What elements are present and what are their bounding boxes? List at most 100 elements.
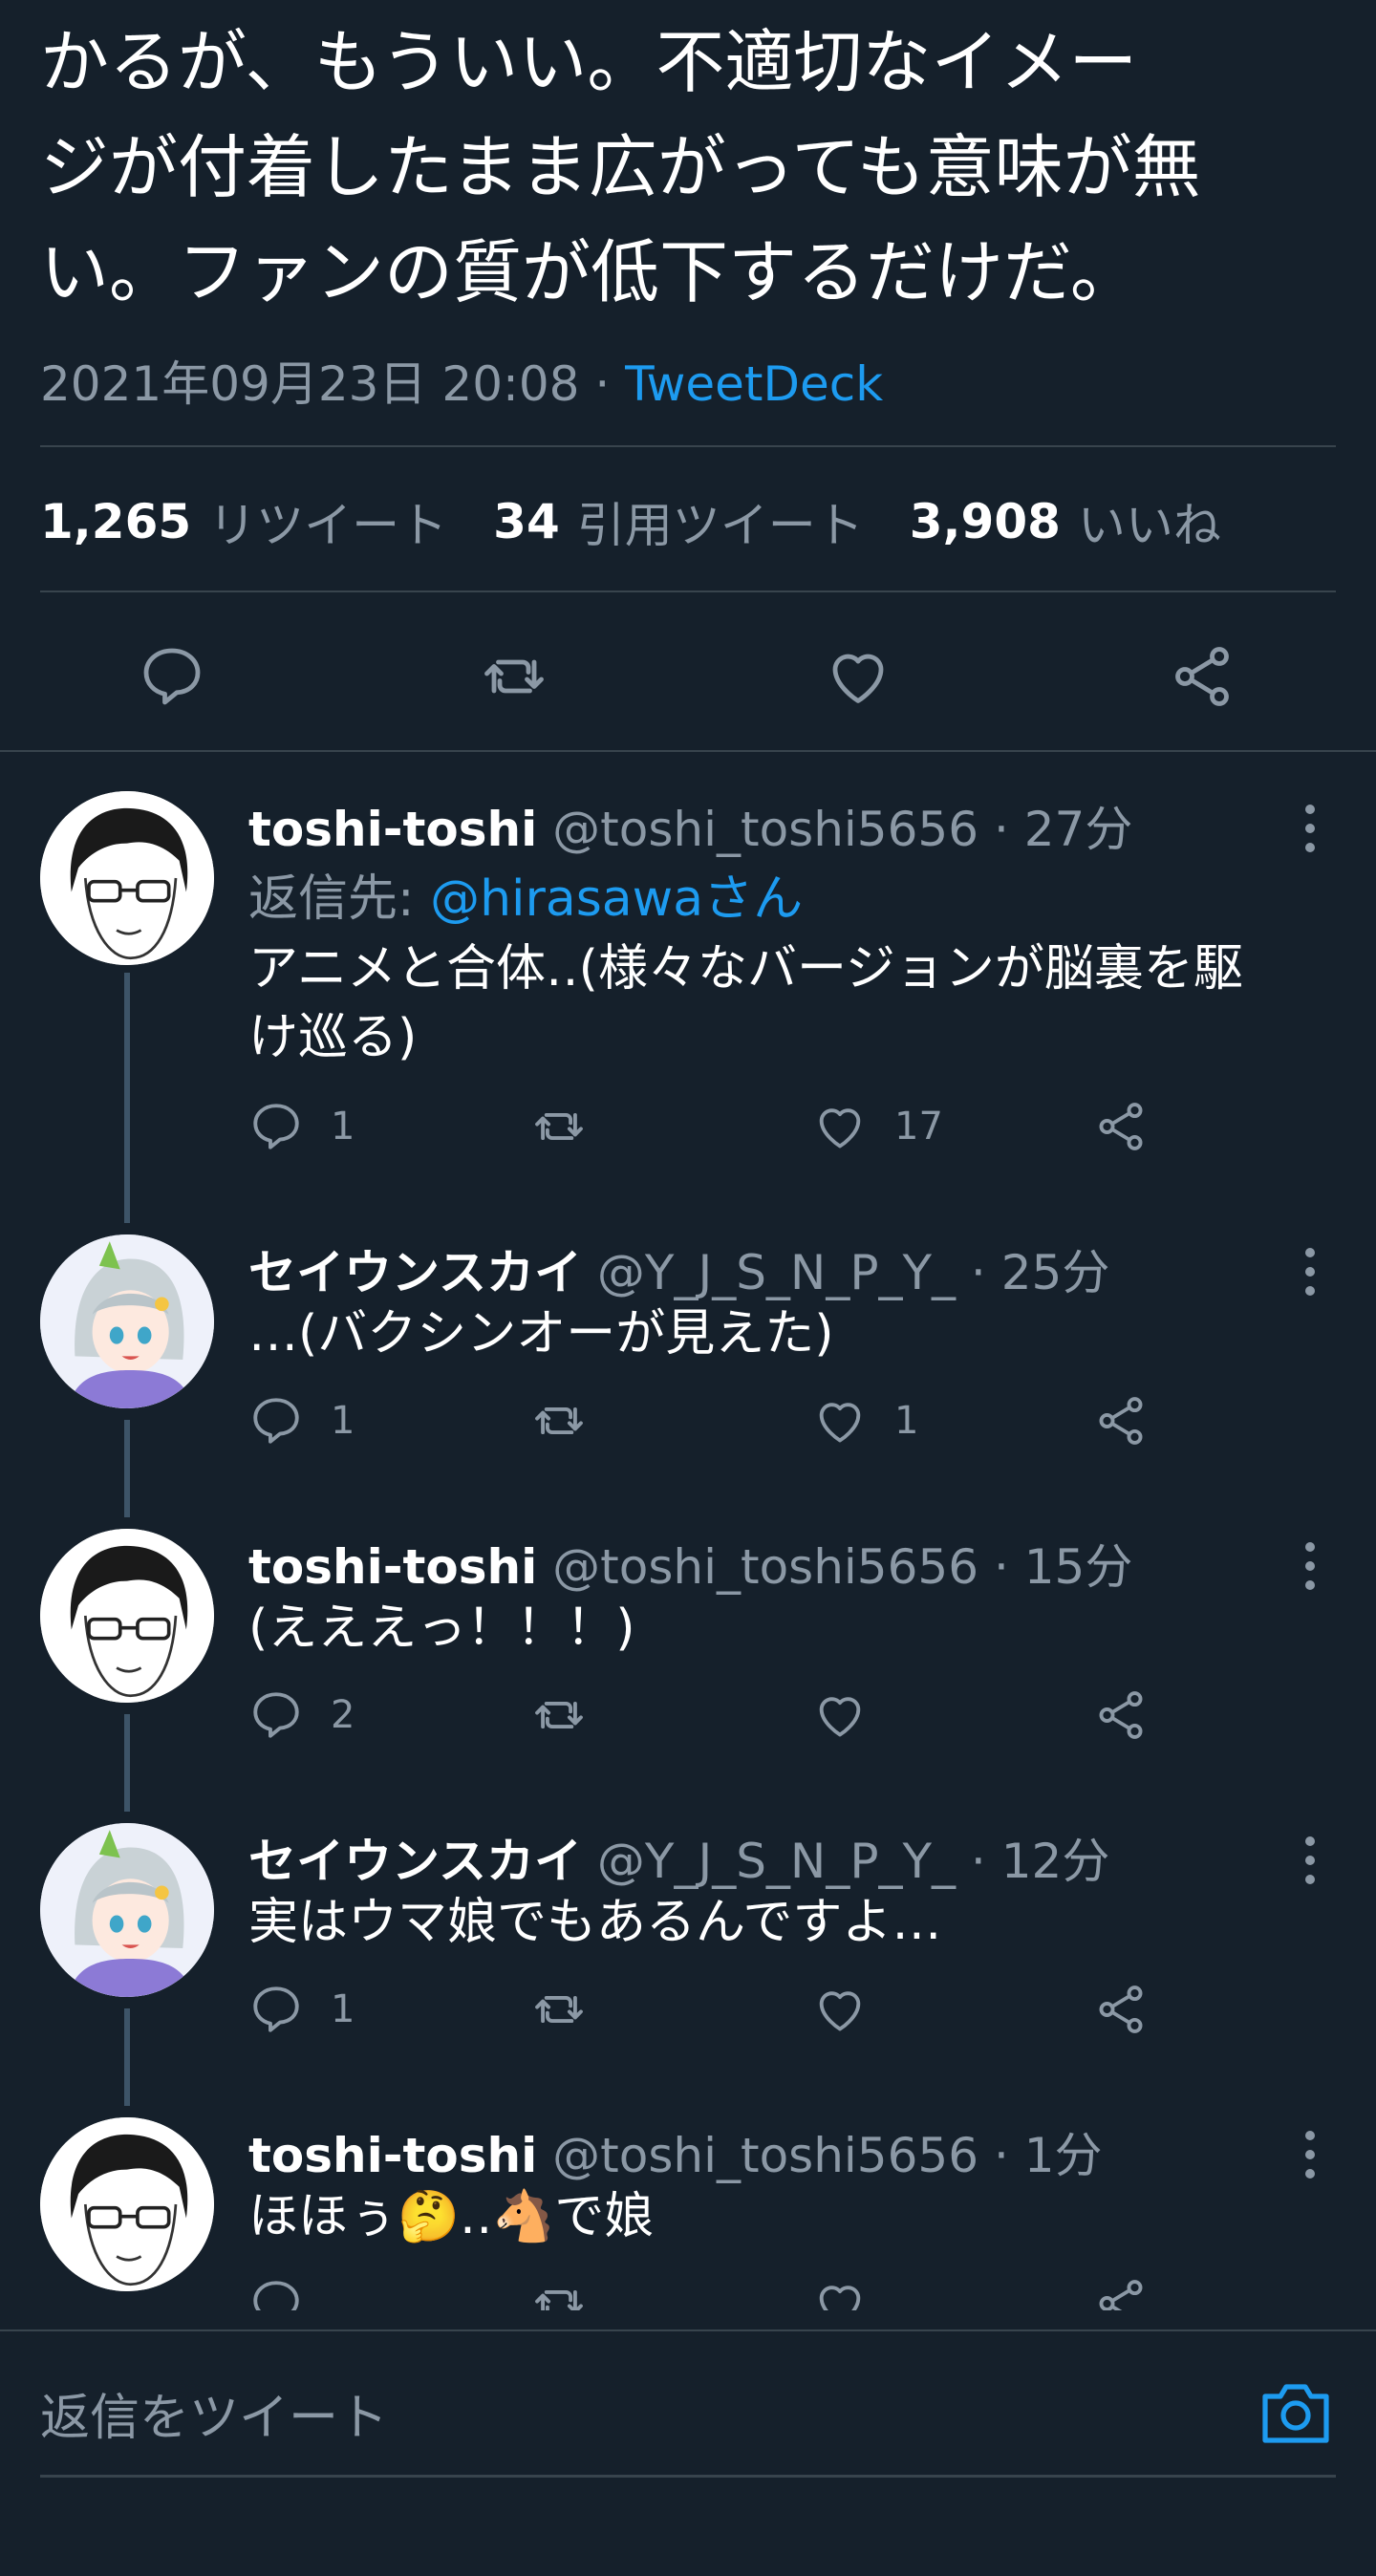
- reply-button[interactable]: 1: [248, 1982, 355, 2037]
- retweets-stat[interactable]: 1,265 リツイート: [40, 487, 447, 556]
- display-name[interactable]: toshi-toshi: [248, 1539, 537, 1595]
- section-divider: [0, 750, 1376, 752]
- reply-button[interactable]: 1: [248, 1099, 355, 1154]
- retweet-button[interactable]: [531, 1982, 587, 2037]
- reply-button[interactable]: [248, 2276, 304, 2310]
- share-icon[interactable]: [1168, 642, 1236, 711]
- more-icon[interactable]: [1305, 1836, 1321, 1894]
- reply-actions: [248, 2276, 1319, 2310]
- reply-text: (えええっ！！！): [248, 1599, 635, 1657]
- retweet-icon: [531, 1099, 587, 1154]
- reply-icon: [248, 1982, 304, 2037]
- retweet-count: 1,265: [40, 494, 192, 549]
- divider: [40, 590, 1336, 592]
- compose-divider: [0, 2329, 1376, 2331]
- reply-text: ほほぅ🤔‥🐴で娘: [248, 2188, 655, 2245]
- avatar[interactable]: [40, 2117, 214, 2291]
- quote-label: 引用ツイート: [576, 498, 864, 553]
- more-icon[interactable]: [1305, 1542, 1321, 1599]
- share-button[interactable]: [1093, 1393, 1149, 1449]
- like-label: いいね: [1077, 498, 1221, 553]
- reply-button[interactable]: 1: [248, 1393, 355, 1449]
- like-button[interactable]: [812, 2276, 868, 2310]
- like-button[interactable]: [812, 1687, 894, 1743]
- like-icon: [812, 1687, 868, 1743]
- reply-to: 返信先: @hirasawaさん: [248, 858, 803, 930]
- avatar[interactable]: [40, 1234, 214, 1408]
- thread-line: [124, 1420, 130, 1517]
- reply-icon[interactable]: [138, 642, 206, 711]
- quote-count: 34: [493, 494, 560, 549]
- share-icon: [1093, 1393, 1149, 1449]
- display-name[interactable]: toshi-toshi: [248, 2128, 537, 2183]
- share-button[interactable]: [1093, 1687, 1149, 1743]
- share-button[interactable]: [1093, 2276, 1149, 2310]
- like-button[interactable]: 1: [812, 1393, 918, 1449]
- display-name[interactable]: toshi-toshi: [248, 802, 537, 857]
- share-icon: [1093, 1687, 1149, 1743]
- retweet-icon[interactable]: [480, 642, 548, 711]
- avatar[interactable]: [40, 791, 214, 965]
- like-button[interactable]: 17: [812, 1099, 943, 1154]
- retweet-icon: [531, 1393, 587, 1449]
- avatar[interactable]: [40, 1823, 214, 1997]
- reply-header: セイウンスカイ @Y_J_S_N_P_Y_ · 25分: [248, 1234, 1109, 1303]
- retweet-button[interactable]: [531, 1393, 587, 1449]
- reply-count: 1: [331, 1399, 355, 1443]
- avatar[interactable]: [40, 1529, 214, 1703]
- reply-actions: 1 17: [248, 1099, 1319, 1166]
- quotes-stat[interactable]: 34 引用ツイート: [493, 487, 864, 556]
- reply-compose-input[interactable]: 返信をツイート: [40, 2377, 388, 2449]
- like-button[interactable]: [812, 1982, 894, 2037]
- like-icon: [812, 2276, 868, 2310]
- reply-actions: 1 1: [248, 1393, 1319, 1460]
- reply-icon: [248, 1687, 304, 1743]
- share-button[interactable]: [1093, 1982, 1149, 2037]
- reply-header: toshi-toshi @toshi_toshi5656 · 27分: [248, 791, 1132, 860]
- reply-to-prefix: 返信先:: [248, 870, 431, 928]
- retweet-button[interactable]: [531, 2276, 587, 2310]
- tweet-meta: 2021年09月23日 20:08 · TweetDeck: [40, 346, 883, 415]
- reply-button[interactable]: 2: [248, 1687, 355, 1743]
- reply-actions: 2: [248, 1687, 1319, 1754]
- compose-underline: [40, 2475, 1336, 2478]
- reply-icon: [248, 1393, 304, 1449]
- more-icon[interactable]: [1305, 805, 1321, 862]
- like-icon: [812, 1099, 868, 1154]
- handle-time: @toshi_toshi5656 · 1分: [552, 2128, 1103, 2183]
- reply-actions: 1: [248, 1982, 1319, 2049]
- reply-header: toshi-toshi @toshi_toshi5656 · 1分: [248, 2117, 1103, 2186]
- likes-stat[interactable]: 3,908 いいね: [910, 487, 1221, 556]
- main-tweet-actions: [0, 612, 1376, 736]
- retweet-icon: [531, 1982, 587, 2037]
- display-name[interactable]: セイウンスカイ: [248, 1834, 582, 1889]
- divider: [40, 445, 1336, 447]
- reply-to-link[interactable]: @hirasawaさん: [430, 870, 803, 928]
- reply-header: セイウンスカイ @Y_J_S_N_P_Y_ · 12分: [248, 1823, 1109, 1892]
- retweet-button[interactable]: [531, 1687, 587, 1743]
- retweet-button[interactable]: [531, 1099, 587, 1154]
- retweet-icon: [531, 2276, 587, 2310]
- retweet-label: リツイート: [208, 498, 448, 553]
- tweet-timestamp: 2021年09月23日 20:08: [40, 356, 580, 412]
- reply-count: 1: [331, 1987, 355, 2031]
- thread-line: [124, 1714, 130, 1812]
- more-icon[interactable]: [1305, 2131, 1321, 2188]
- handle-time: @Y_J_S_N_P_Y_ · 12分: [596, 1834, 1110, 1889]
- tweet-source-link[interactable]: TweetDeck: [625, 356, 883, 412]
- handle-time: @Y_J_S_N_P_Y_ · 25分: [596, 1245, 1110, 1300]
- more-icon[interactable]: [1305, 1248, 1321, 1305]
- reply-icon: [248, 1099, 304, 1154]
- share-icon: [1093, 1982, 1149, 2037]
- like-icon[interactable]: [824, 642, 892, 711]
- share-button[interactable]: [1093, 1099, 1149, 1154]
- like-icon: [812, 1393, 868, 1449]
- reply-icon: [248, 2276, 304, 2310]
- main-tweet-text: かるが、もういい。不適切なイメー ジが付着したまま広がっても意味が無 い。ファン…: [40, 22, 1201, 312]
- like-count: 17: [894, 1105, 943, 1148]
- reply-text: アニメと合体‥(様々なバージョンが脳裏を駆 け巡る): [248, 940, 1243, 1066]
- display-name[interactable]: セイウンスカイ: [248, 1245, 582, 1300]
- like-icon: [812, 1982, 868, 2037]
- camera-icon[interactable]: [1259, 2377, 1332, 2446]
- thread-line: [124, 2008, 130, 2106]
